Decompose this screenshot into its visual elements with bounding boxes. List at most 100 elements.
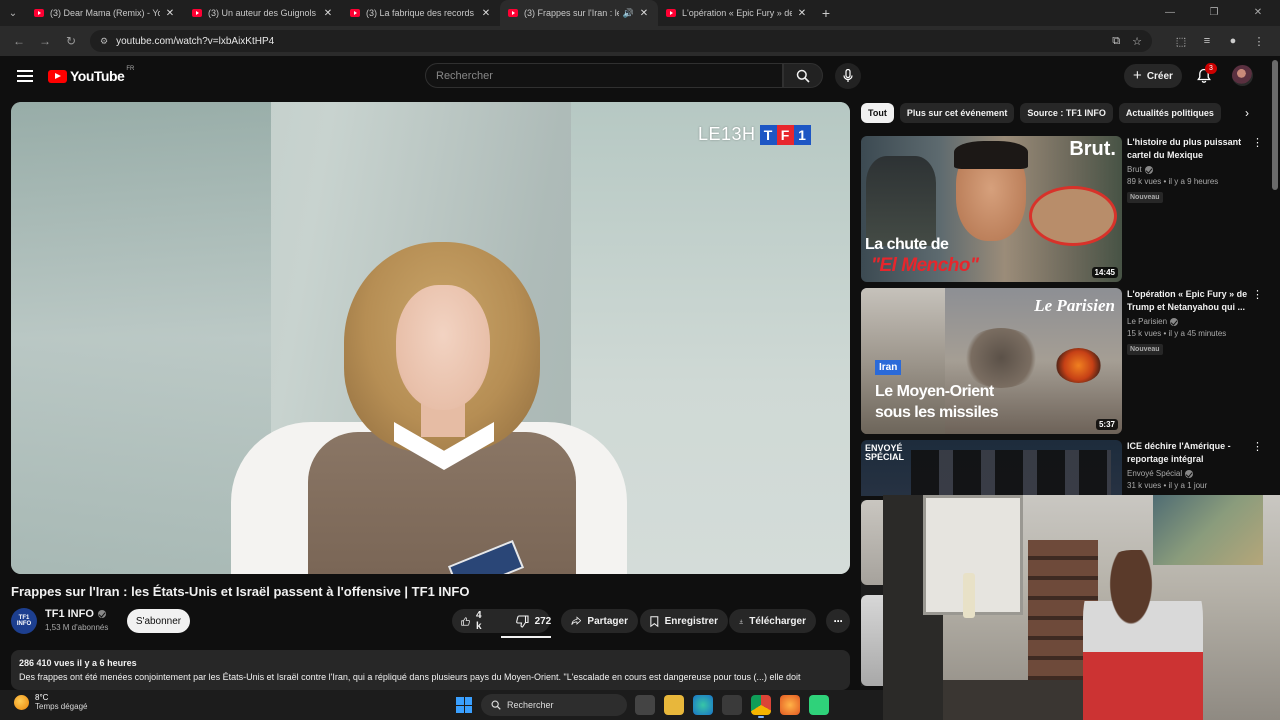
thumbnail-edge[interactable] [861, 595, 883, 686]
video-thumbnail[interactable]: Le Parisien Iran Le Moyen-Orient sous le… [861, 288, 1122, 434]
audio-playing-icon[interactable]: 🔊 [623, 8, 634, 19]
browser-tab[interactable]: (3) La fabrique des records imp ✕ [342, 0, 500, 26]
share-label: Partager [587, 615, 628, 627]
chip-more-on-event[interactable]: Plus sur cet événement [899, 103, 1015, 123]
bookmark-star-icon[interactable]: ☆ [1132, 35, 1142, 48]
hidden-recommendations [861, 500, 883, 686]
bookmark-icon [650, 615, 659, 627]
chip-politics[interactable]: Actualités politiques [1118, 103, 1221, 123]
more-actions-icon[interactable]: ··· [826, 609, 850, 633]
search-input[interactable]: Rechercher [425, 63, 783, 88]
store-icon[interactable] [722, 695, 742, 715]
kebab-menu-icon[interactable]: ⋮ [1252, 442, 1263, 453]
share-button[interactable]: Partager [561, 609, 638, 633]
tab-close-icon[interactable]: ✕ [164, 8, 176, 19]
channel-name-link[interactable]: TF1 INFO [45, 608, 106, 620]
address-bar-row: ← → ↻ ⚙ youtube.com/watch?v=lxbAixKtHP4 … [0, 26, 1280, 56]
close-window-icon[interactable]: ✕ [1236, 0, 1280, 26]
subscribe-button[interactable]: S'abonner [127, 609, 190, 633]
forward-arrow-icon[interactable]: → [32, 28, 58, 54]
recommendation-item[interactable]: ENVOYÉ SPÉCIAL ICE déchire l'Amérique - … [861, 440, 1266, 496]
youtube-favicon-icon [350, 9, 360, 17]
tab-close-icon[interactable]: ✕ [480, 8, 492, 19]
description-box[interactable]: 286 410 vues il y a 6 heures Des frappes… [11, 650, 850, 690]
video-player[interactable]: LE13H T F 1 [11, 102, 850, 574]
search-button[interactable] [783, 63, 823, 88]
cast-icon[interactable]: ⧉ [1112, 35, 1120, 48]
page-scrollbar[interactable] [1272, 60, 1278, 190]
task-view-icon[interactable] [635, 695, 655, 715]
account-avatar[interactable] [1232, 65, 1253, 86]
create-button[interactable]: + Créer [1124, 64, 1182, 88]
browser-tab[interactable]: (3) Un auteur des Guignols bala ✕ [184, 0, 342, 26]
recommendation-title[interactable]: ICE déchire l'Amérique - reportage intég… [1127, 440, 1251, 466]
app-icon[interactable] [809, 695, 829, 715]
browser-tab-active[interactable]: (3) Frappes sur l'Iran : les Ét 🔊 ✕ [500, 0, 658, 26]
recommendation-title[interactable]: L'opération « Epic Fury » de Trump et Ne… [1127, 288, 1251, 314]
download-label: Télécharger [749, 615, 806, 627]
dislike-button[interactable]: 272 [507, 609, 561, 633]
search-icon [796, 69, 810, 83]
chip-source[interactable]: Source : TF1 INFO [1020, 103, 1113, 123]
tab-close-icon[interactable]: ✕ [322, 8, 334, 19]
chip-all[interactable]: Tout [861, 103, 894, 123]
profile-icon[interactable]: ● [1220, 35, 1246, 48]
reading-list-icon[interactable]: ≡ [1194, 35, 1220, 48]
channel-name: Le Parisien [1127, 317, 1168, 326]
site-info-icon[interactable]: ⚙ [100, 36, 108, 47]
subscriber-count: 1,53 M d'abonnés [45, 623, 109, 632]
url-field[interactable]: ⚙ youtube.com/watch?v=lxbAixKtHP4 ⧉ ☆ [90, 30, 1152, 52]
recommendation-meta: 15 k vues • il y a 45 minutes [1127, 329, 1227, 338]
tab-title: (3) Un auteur des Guignols bala [208, 8, 318, 18]
like-count: 4 k [475, 610, 482, 632]
weather-condition: Temps dégagé [35, 702, 88, 711]
recommendation-channel[interactable]: Envoyé Spécial [1127, 469, 1251, 478]
menu-hamburger-icon[interactable] [17, 70, 33, 82]
video-thumbnail[interactable]: ENVOYÉ SPÉCIAL [861, 440, 1122, 496]
channel-name: Brut [1127, 165, 1142, 174]
back-arrow-icon[interactable]: ← [6, 28, 32, 54]
recommendation-item[interactable]: Le Parisien Iran Le Moyen-Orient sous le… [861, 288, 1266, 434]
kebab-menu-icon[interactable]: ⋮ [1252, 290, 1263, 301]
presenter-face [396, 285, 490, 410]
video-thumbnail[interactable]: Brut. La chute de "El Mencho" 14:45 [861, 136, 1122, 282]
channel-avatar[interactable]: TF1 INFO [11, 608, 37, 634]
recommendation-channel[interactable]: Le Parisien [1127, 317, 1251, 326]
new-badge: Nouveau [1127, 344, 1163, 355]
kebab-menu-icon[interactable]: ⋮ [1252, 138, 1263, 149]
download-button[interactable]: Télécharger [729, 609, 816, 633]
recommendation-channel[interactable]: Brut [1127, 165, 1251, 174]
browser-tab[interactable]: (3) Dear Mama (Remix) - YouTube ✕ [26, 0, 184, 26]
taskbar-search[interactable]: Rechercher [481, 694, 627, 716]
minimize-icon[interactable]: — [1148, 0, 1192, 26]
thumbnail-caption: sous les missiles [875, 404, 999, 421]
plus-icon: + [1133, 66, 1142, 84]
chevron-right-icon[interactable]: › [1238, 104, 1256, 122]
recommendation-meta: 31 k vues • il y a 1 jour [1127, 481, 1208, 490]
tab-close-icon[interactable]: ✕ [638, 8, 650, 19]
voice-search-button[interactable] [835, 63, 861, 89]
chrome-icon[interactable] [751, 695, 771, 718]
extensions-icon[interactable]: ⬚ [1168, 35, 1194, 48]
thumbnail-brand: Brut. [1069, 138, 1116, 160]
file-explorer-icon[interactable] [664, 695, 684, 715]
windows-start-icon[interactable] [456, 697, 472, 713]
weather-widget[interactable]: 8°C Temps dégagé [14, 693, 87, 711]
recommendation-item[interactable]: Brut. La chute de "El Mencho" 14:45 L'hi… [861, 136, 1266, 282]
recommendation-title[interactable]: L'histoire du plus puissant cartel du Me… [1127, 136, 1251, 162]
notifications-button[interactable]: 3 [1194, 63, 1217, 86]
thumbnail-edge[interactable] [861, 500, 883, 585]
reload-icon[interactable]: ↻ [58, 28, 84, 54]
save-button[interactable]: Enregistrer [640, 609, 728, 633]
tab-search-chevron-icon[interactable]: ⌄ [0, 0, 26, 26]
tab-close-icon[interactable]: ✕ [796, 8, 808, 19]
edge-browser-icon[interactable] [693, 695, 713, 715]
youtube-logo[interactable]: YouTube FR [48, 66, 134, 84]
view-count-date: 286 410 vues il y a 6 heures [19, 658, 137, 668]
firefox-icon[interactable] [780, 695, 800, 715]
new-tab-plus-icon[interactable]: + [816, 5, 836, 21]
browser-menu-icon[interactable]: ⋮ [1246, 35, 1272, 48]
like-button[interactable]: 4 k [452, 609, 495, 633]
browser-tab[interactable]: L'opération « Epic Fury » de Tr ✕ [658, 0, 816, 26]
restore-icon[interactable]: ❐ [1192, 0, 1236, 26]
